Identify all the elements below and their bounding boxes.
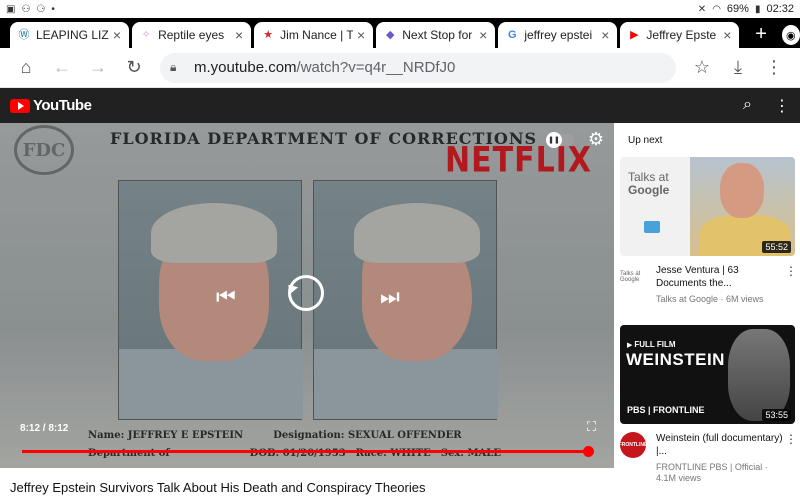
bookmark-star-icon[interactable]: ☆	[684, 57, 720, 78]
view-count: 6M views	[726, 294, 764, 304]
fullscreen-icon[interactable]: ⛶	[587, 419, 596, 435]
thumb-google-text: Google	[628, 183, 670, 197]
previous-icon[interactable]: ⏮	[216, 284, 236, 310]
reload-icon[interactable]: ↻	[116, 57, 152, 78]
time-display: 8:12 / 8:12	[20, 423, 69, 434]
up-next-label: Up next	[628, 135, 663, 146]
thumb-person	[728, 329, 790, 421]
progress-fill	[22, 450, 588, 453]
lock-icon: 🔒︎	[170, 60, 177, 74]
close-icon[interactable]: ×	[357, 27, 365, 43]
video-thumbnail[interactable]: FULL FILM WEINSTEIN PBS | FRONTLINE 53:5…	[620, 325, 795, 424]
autoplay-toggle[interactable]: ❚❚	[546, 132, 574, 148]
book-icon	[644, 221, 660, 233]
status-right: ✕ ◠ 69% ▮ 02:32	[698, 3, 794, 15]
card-meta: Talks at Google · 6M views	[656, 294, 764, 304]
progress-track[interactable]	[22, 450, 588, 453]
tab-title: Reptile eyes	[158, 28, 225, 42]
sparkle-icon: ✧	[141, 29, 151, 41]
pause-icon: ❚❚	[546, 132, 562, 148]
youtube-play-icon	[10, 98, 30, 113]
url-path: /watch?v=q4r__NRDfJ0	[296, 59, 456, 76]
google-icon: G	[508, 29, 517, 41]
browser-toolbar: ⌂ ← → ↻ 🔒︎ m.youtube.com/watch?v=q4r__NR…	[0, 48, 800, 88]
thumb-talks-text: Talks at	[628, 170, 669, 184]
url-host: m.youtube.com	[194, 59, 297, 76]
status-bar: ▣ ⚇ ⚆ • ✕ ◠ 69% ▮ 02:32	[0, 0, 800, 18]
duration-badge: 55:52	[762, 241, 791, 253]
progress-scrubber[interactable]	[583, 446, 594, 457]
duration-badge: 53:55	[762, 409, 791, 421]
incognito-icon[interactable]: ◉	[781, 25, 800, 45]
gallery-notification-icon: ▣	[6, 3, 16, 15]
thumb-pbs: PBS | FRONTLINE	[627, 405, 705, 415]
youtube-icon: ▶	[630, 29, 639, 41]
tab-strip: Ⓦ LEAPING LIZA × ✧ Reptile eyes × ★ Jim …	[0, 18, 800, 48]
tab-3[interactable]: ★ Jim Nance | T ×	[254, 22, 374, 48]
close-icon[interactable]: ×	[723, 27, 731, 43]
next-icon[interactable]: ⏭	[380, 284, 400, 310]
tab-title: LEAPING LIZA	[36, 28, 109, 42]
tab-5[interactable]: G jeffrey epstei ×	[498, 22, 618, 48]
close-icon[interactable]: ×	[479, 27, 487, 43]
wifi-icon: ◠	[712, 3, 721, 15]
status-left: ▣ ⚇ ⚆ •	[6, 4, 55, 15]
channel-avatar[interactable]: FRONTLINE	[619, 432, 647, 458]
menu-kebab-icon[interactable]: ⋮	[756, 57, 792, 78]
tab-title: jeffrey epstei	[524, 28, 593, 42]
tab-6-active[interactable]: ▶ Jeffrey Epste ×	[620, 22, 740, 48]
channel-avatar[interactable]: Talks at Google	[620, 264, 646, 290]
wordpress-icon: Ⓦ	[18, 29, 30, 41]
more-options-icon[interactable]: ⋮	[785, 432, 797, 484]
thumb-tag: FULL FILM	[627, 340, 675, 349]
video-player[interactable]: FDC FLORIDA DEPARTMENT OF CORRECTIONS NE…	[0, 123, 614, 468]
channel-name: FRONTLINE PBS | Official	[656, 462, 763, 472]
close-icon[interactable]: ×	[235, 27, 243, 43]
video-title[interactable]: Jeffrey Epstein Survivors Talk About His…	[10, 480, 426, 495]
dot-icon: •	[51, 3, 55, 15]
card-title[interactable]: Weinstein (full documentary) |...	[656, 432, 785, 458]
more-options-icon[interactable]: ⋮	[774, 96, 790, 116]
card-title[interactable]: Jesse Ventura | 63 Documents the...	[656, 264, 785, 290]
tab-title: Next Stop for	[402, 28, 473, 42]
forward-icon[interactable]: →	[80, 57, 116, 78]
thumb-brand: Talks at Google	[628, 171, 669, 197]
tab-2[interactable]: ✧ Reptile eyes ×	[132, 22, 252, 48]
channel-name: Talks at Google	[656, 294, 719, 304]
tab-1[interactable]: Ⓦ LEAPING LIZA ×	[10, 22, 130, 48]
bookmark-icon: ◆	[386, 29, 395, 41]
youtube-header: YouTube ⌕ ⋮	[0, 88, 800, 123]
video-thumbnail[interactable]: Talks at Google 55:52	[620, 157, 795, 256]
more-options-icon[interactable]: ⋮	[785, 264, 797, 305]
notification-icon: ⚇	[21, 3, 31, 15]
notification-icon-2: ⚆	[36, 3, 46, 15]
new-tab-icon[interactable]: +	[744, 22, 777, 48]
gear-icon[interactable]: ⚙	[588, 129, 604, 150]
tab-title: Jeffrey Epste	[646, 28, 717, 42]
close-icon[interactable]: ×	[113, 27, 121, 43]
mute-icon: ✕	[697, 3, 707, 15]
home-icon[interactable]: ⌂	[8, 57, 44, 78]
star-icon: ★	[263, 29, 274, 41]
back-icon[interactable]: ←	[44, 57, 80, 78]
search-icon[interactable]: ⌕	[743, 96, 752, 116]
clock: 02:32	[766, 3, 794, 15]
tab-title: Jim Nance | T	[280, 28, 354, 42]
close-icon[interactable]: ×	[601, 27, 609, 43]
address-bar[interactable]: 🔒︎ m.youtube.com/watch?v=q4r__NRDfJ0	[160, 52, 676, 83]
download-icon[interactable]: ⤓	[720, 57, 756, 78]
video-card[interactable]: FULL FILM WEINSTEIN PBS | FRONTLINE 53:5…	[619, 325, 797, 484]
view-count: 4.1M views	[656, 473, 702, 483]
card-meta: FRONTLINE PBS | Official · 4.1M views	[656, 462, 768, 483]
tab-4[interactable]: ◆ Next Stop for ×	[376, 22, 496, 48]
up-next-sidebar: Up next Talks at Google 55:52 Talks at G…	[614, 123, 800, 500]
thumb-title: WEINSTEIN	[626, 350, 725, 369]
youtube-logo-text: YouTube	[33, 97, 92, 114]
youtube-logo[interactable]: YouTube	[10, 97, 92, 114]
video-card[interactable]: Talks at Google 55:52 Talks at Google Je…	[620, 157, 797, 305]
replay-icon[interactable]	[288, 275, 324, 311]
battery-percent: 69%	[726, 3, 749, 15]
battery-icon: ▮	[754, 3, 761, 15]
youtube-header-actions: ⌕ ⋮	[743, 96, 790, 116]
